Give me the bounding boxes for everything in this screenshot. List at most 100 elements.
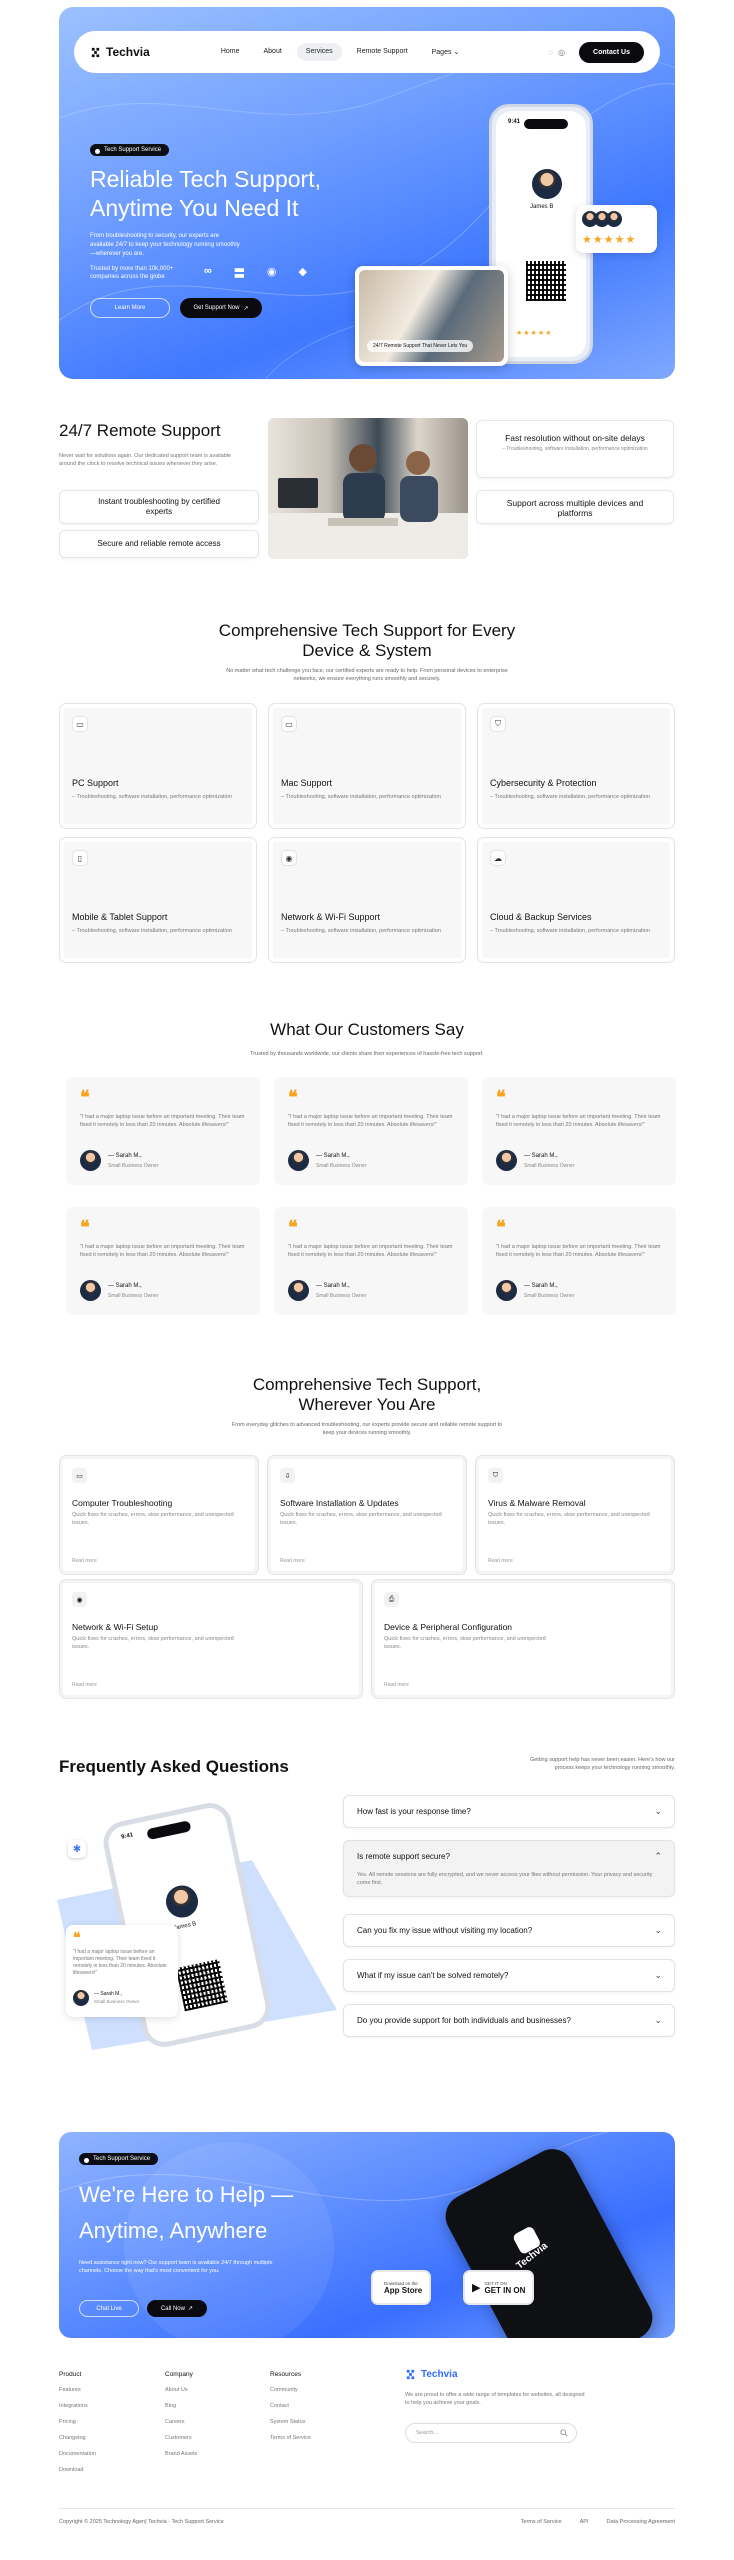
read-more-link[interactable]: Read more	[488, 1558, 513, 1564]
agent-avatar	[163, 1882, 201, 1921]
app-store-button[interactable]: Download on the App Store	[371, 2270, 432, 2305]
customer-name: — Sarah M.,	[94, 1991, 123, 1997]
footer-link[interactable]: Pricing	[59, 2419, 96, 2425]
service-title: Network & Wi-Fi Support	[281, 912, 381, 922]
faq-item[interactable]: Do you provide support for both individu…	[343, 2004, 675, 2037]
hero-trust-text: Trusted by more than 10k,000+ companies …	[90, 266, 174, 280]
nav-link-pages[interactable]: Pages ⌄	[423, 43, 469, 61]
contact-us-button[interactable]: Contact Us	[579, 41, 644, 63]
service-title: Cybersecurity & Protection	[490, 778, 597, 788]
legal-links: Terms of Service API Data Processing Agr…	[521, 2519, 675, 2525]
help-card-virus[interactable]: ⛉ Virus & Malware Removal Quick fixes fo…	[475, 1455, 675, 1575]
help-card-title: Computer Troubleshooting	[72, 1498, 173, 1508]
footer-heading: Company	[165, 2371, 193, 2378]
search-icon[interactable]	[560, 2429, 568, 2437]
customer-role: Small Business Owner	[94, 1999, 140, 2004]
help-card-software[interactable]: ⇩ Software Installation & Updates Quick …	[267, 1455, 467, 1575]
customer-name: — Sarah M.,	[316, 1153, 350, 1159]
service-card-mac[interactable]: ▭ Mac Support – Troubleshooting, softwar…	[268, 703, 466, 829]
customer-avatar	[496, 1150, 517, 1171]
chevron-down-icon: ⌄	[654, 1925, 662, 1935]
service-card-mobile[interactable]: ▯ Mobile & Tablet Support – Troubleshoot…	[59, 837, 257, 963]
service-card-cybersecurity[interactable]: ⛉ Cybersecurity & Protection – Troublesh…	[477, 703, 675, 829]
globe-icon[interactable]: ◎	[558, 48, 565, 57]
nav-link-pages-label: Pages	[431, 49, 452, 56]
services-subtitle: No matter what tech challenge you face, …	[226, 668, 508, 682]
customer-name: — Sarah M.,	[524, 1283, 558, 1289]
read-more-link[interactable]: Read more	[72, 1558, 97, 1564]
remote-card-desc: – Troubleshooting, software installation…	[502, 446, 648, 452]
remote-title: 24/7 Remote Support	[59, 421, 221, 440]
legal-link-api[interactable]: API	[580, 2519, 589, 2525]
quote-icon: ❝	[496, 1217, 506, 1238]
faq-item[interactable]: Can you fix my issue without visiting my…	[343, 1914, 675, 1947]
chevron-down-icon: ⌄	[654, 1970, 662, 1980]
remote-desc: Never wait for solutions again. Our dedi…	[59, 453, 232, 467]
footer-link[interactable]: System Status	[270, 2419, 311, 2425]
help-card-device[interactable]: ⎙ Device & Peripheral Configuration Quic…	[371, 1579, 675, 1699]
footer-link[interactable]: Contact	[270, 2403, 311, 2409]
faq-item-open[interactable]: Is remote support secure? ⌃ Yes. All rem…	[343, 1840, 675, 1897]
footer-brand-name: Techvia	[421, 2369, 458, 2380]
service-card-cloud[interactable]: ☁ Cloud & Backup Services – Troubleshoot…	[477, 837, 675, 963]
footer-link[interactable]: Community	[270, 2387, 311, 2393]
help-card-computer[interactable]: ▭ Computer Troubleshooting Quick fixes f…	[59, 1455, 259, 1575]
service-card-network[interactable]: ◉ Network & Wi-Fi Support – Troubleshoot…	[268, 837, 466, 963]
nav-link-home[interactable]: Home	[212, 43, 249, 61]
footer-link[interactable]: Integrations	[59, 2403, 96, 2409]
footer-link[interactable]: Customers	[165, 2435, 197, 2441]
footer-link[interactable]: Documentation	[59, 2451, 96, 2457]
monitor-icon: ▭	[72, 1468, 87, 1483]
arrow-right-icon: ↗	[187, 2306, 194, 2312]
google-play-button[interactable]: ▶ GET IT ON GET IN ON	[463, 2270, 535, 2305]
nav-link-remote-support[interactable]: Remote Support	[348, 43, 417, 61]
cta-subtitle: Need assistance right now? Our support t…	[79, 2260, 273, 2274]
faq-item[interactable]: What if my issue can't be solved remotel…	[343, 1959, 675, 1992]
footer-link[interactable]: Download	[59, 2467, 96, 2473]
customer-avatar	[80, 1280, 101, 1301]
help-card-network[interactable]: ◉ Network & Wi-Fi Setup Quick fixes for …	[59, 1579, 363, 1699]
hero-section: Techvia Home About Services Remote Suppo…	[59, 7, 675, 379]
chat-live-button[interactable]: Chat Live	[79, 2300, 139, 2317]
learn-more-button[interactable]: Learn More	[90, 298, 170, 318]
customer-name: — Sarah M.,	[316, 1283, 350, 1289]
call-now-button[interactable]: Call Now ↗	[147, 2300, 207, 2317]
brand-logo[interactable]: Techvia	[90, 45, 150, 59]
remote-card-multi-device: Support across multiple devices and plat…	[476, 490, 674, 524]
read-more-link[interactable]: Read more	[72, 1682, 97, 1688]
footer-link[interactable]: Terms of Service	[270, 2435, 311, 2441]
testimonial-text: "I had a major laptop issue before an im…	[496, 1114, 661, 1128]
read-more-link[interactable]: Read more	[384, 1682, 409, 1688]
footer-link[interactable]: Blog	[165, 2403, 197, 2409]
faq-side-text: Getting support help has never been easi…	[529, 1757, 675, 1771]
testimonial-text: "I had a major laptop issue before an im…	[80, 1244, 245, 1258]
service-card-pc[interactable]: ▭ PC Support – Troubleshooting, software…	[59, 703, 257, 829]
arrow-right-icon: ↗	[243, 305, 249, 312]
footer-link[interactable]: Changelog	[59, 2435, 96, 2441]
customer-role: Small Business Owner	[524, 1163, 575, 1169]
help-card-title: Virus & Malware Removal	[488, 1498, 586, 1508]
footer-link[interactable]: About Us	[165, 2387, 197, 2393]
testimonials-subtitle: Trusted by thousands worldwide, our clie…	[250, 1051, 484, 1057]
footer-heading: Product	[59, 2371, 82, 2378]
chevron-down-icon: ⌄	[654, 2015, 662, 2025]
rating-stars: ★★★★★	[582, 234, 637, 246]
customer-name: — Sarah M.,	[108, 1283, 142, 1289]
top-navbar: Techvia Home About Services Remote Suppo…	[74, 31, 660, 73]
legal-link-dpa[interactable]: Data Processing Agreement	[607, 2519, 675, 2525]
footer-link[interactable]: Careers	[165, 2419, 197, 2425]
read-more-link[interactable]: Read more	[280, 1558, 305, 1564]
footer-link[interactable]: Features	[59, 2387, 96, 2393]
faq-item[interactable]: How fast is your response time? ⌄	[343, 1795, 675, 1828]
nav-link-services[interactable]: Services	[296, 43, 342, 61]
service-desc: – Troubleshooting, software installation…	[281, 928, 441, 934]
get-support-now-button[interactable]: Get Support Now ↗	[180, 298, 262, 318]
support-photo-card: 24/7 Remote Support That Never Lets You	[355, 266, 508, 366]
language-icon[interactable]: ◌	[548, 48, 553, 57]
legal-link-terms[interactable]: Terms of Service	[521, 2519, 562, 2525]
footer-link[interactable]: Brand Assets	[165, 2451, 197, 2457]
testimonial-card: ❝ "I had a major laptop issue before an …	[482, 1207, 676, 1315]
footer-brand[interactable]: Techvia	[405, 2369, 458, 2380]
nav-link-about[interactable]: About	[255, 43, 291, 61]
footer-search-input[interactable]: Search...	[405, 2423, 577, 2443]
